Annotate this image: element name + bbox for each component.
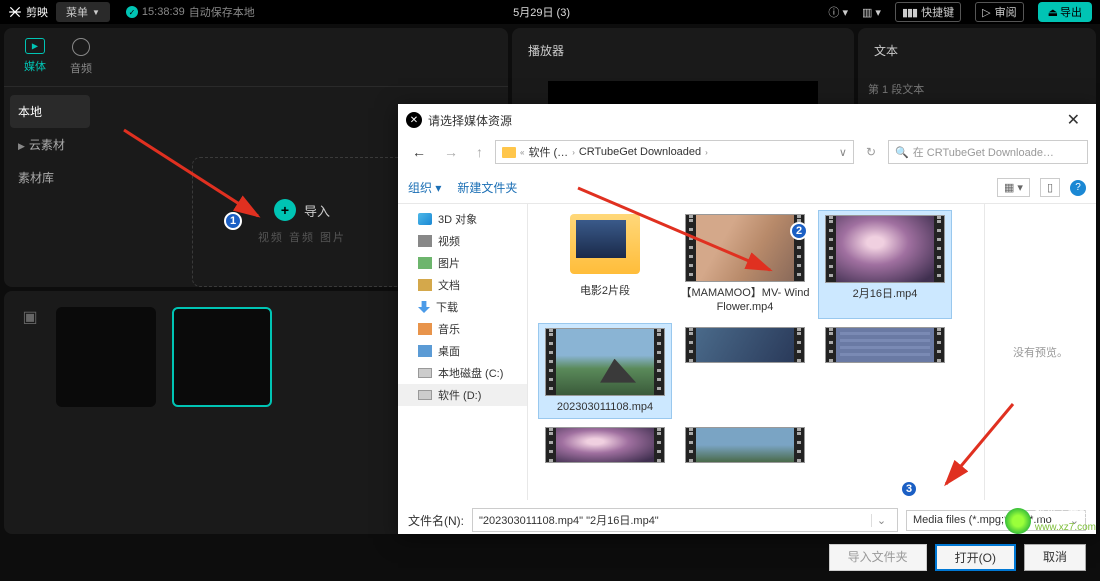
sidebar-item-cloud[interactable]: ▶云素材 [4,128,96,161]
chevron-down-icon[interactable]: ⌄ [871,514,891,527]
view-mode-button[interactable]: ▦ ▾ [997,178,1030,197]
dialog-title: 请选择媒体资源 [428,112,512,129]
timeline-thumb-selected[interactable] [172,307,272,407]
sidebar-item-local[interactable]: 本地 [10,95,90,128]
nav-up-icon[interactable]: ↑ [470,140,489,164]
timeline-thumb[interactable] [56,307,156,407]
watermark: 极光下载站 www.xz7.com [1005,508,1096,534]
import-label: 导入 [304,201,330,220]
shortcuts-button[interactable]: ▮▮▮ 快捷键 [895,2,961,22]
cancel-button[interactable]: 取消 [1024,544,1086,571]
file-partial-4[interactable] [678,423,812,467]
menu-dropdown[interactable]: 菜单 ▼ [56,2,110,22]
review-button[interactable]: ▷审阅 [975,2,1023,22]
file-open-dialog: ✕ 请选择媒体资源 ✕ ← → ↑ « 软件 (… › CRTubeGet Do… [398,104,1096,534]
preview-pane: 没有预览。 [984,204,1096,500]
filename-input[interactable]: "202303011108.mp4" "2月16日.mp4" ⌄ [472,508,898,532]
file-partial-3[interactable] [538,423,672,467]
sidebar-item-library[interactable]: 素材库 [4,161,96,194]
watermark-logo-icon [1005,508,1031,534]
plus-icon: + [274,199,296,221]
fs-video[interactable]: 视频 [398,230,527,252]
search-input[interactable]: 🔍 在 CRTubeGet Downloade… [888,140,1088,164]
text-panel-title: 文本 [868,38,1086,69]
file-20230301[interactable]: 202303011108.mp4 [538,323,672,419]
path-bar[interactable]: « 软件 (… › CRTubeGet Downloaded › ∨ [495,140,854,164]
close-icon[interactable]: ✕ [1059,110,1088,130]
folder-icon [502,147,516,158]
app-logo: 剪映 [8,4,48,20]
help-icon[interactable]: ⓘ ▾ [828,4,848,20]
dialog-logo-icon: ✕ [406,112,422,128]
tab-audio[interactable]: 音频 [70,38,92,76]
text-segment-label: 第 1 段文本 [868,81,1086,97]
audio-icon [72,38,90,56]
fs-music[interactable]: 音乐 [398,318,527,340]
filename-label: 文件名(N): [408,512,464,529]
topbar: 剪映 菜单 ▼ ✓ 15:38:39 自动保存本地 5月29日 (3) ⓘ ▾ … [0,0,1100,24]
nav-back-icon[interactable]: ← [406,140,432,164]
import-hint: 视频 音频 图片 [258,229,346,245]
fs-download[interactable]: 下载 [398,296,527,318]
new-folder-button[interactable]: 新建文件夹 [457,179,517,196]
fs-disk-c[interactable]: 本地磁盘 (C:) [398,362,527,384]
file-folder-movie2[interactable]: 电影2片段 [538,210,672,319]
dialog-sidebar: 3D 对象 视频 图片 文档 下载 音乐 桌面 本地磁盘 (C:) 软件 (D:… [398,204,528,500]
organize-menu[interactable]: 组织 ▾ [408,179,441,196]
player-title: 播放器 [522,38,844,69]
file-grid: 电影2片段 【MAMAMOO】MV- Wind Flower.mp4 2月16日… [528,204,984,500]
tab-media[interactable]: 媒体 [24,38,46,76]
project-title: 5月29日 (3) [255,4,829,20]
fs-disk-d[interactable]: 软件 (D:) [398,384,527,406]
import-folder-button[interactable]: 导入文件夹 [829,544,927,571]
fs-pic[interactable]: 图片 [398,252,527,274]
media-icon [25,38,45,54]
fs-3d[interactable]: 3D 对象 [398,208,527,230]
fs-doc[interactable]: 文档 [398,274,527,296]
folder-icon [570,214,640,274]
preview-toggle[interactable]: ▯ [1040,178,1060,197]
export-button[interactable]: ⏏导出 [1038,2,1092,22]
collapse-icon[interactable]: ▣ [20,307,40,327]
file-partial-2[interactable] [818,323,952,419]
import-dropzone[interactable]: + 导入 视频 音频 图片 [192,157,412,287]
help-icon[interactable]: ? [1070,180,1086,196]
refresh-icon[interactable]: ↻ [860,145,882,159]
file-partial-1[interactable] [678,323,812,419]
layout-icon[interactable]: ▥ ▾ [862,6,881,19]
file-feb16[interactable]: 2月16日.mp4 [818,210,952,319]
fs-desktop[interactable]: 桌面 [398,340,527,362]
nav-fwd-icon[interactable]: → [438,140,464,164]
autosave-status: ✓ 15:38:39 自动保存本地 [126,4,255,20]
media-sidebar: 本地 ▶云素材 素材库 [4,87,96,287]
file-mamamoo[interactable]: 【MAMAMOO】MV- Wind Flower.mp4 [678,210,812,319]
open-button[interactable]: 打开(O) [935,544,1016,571]
